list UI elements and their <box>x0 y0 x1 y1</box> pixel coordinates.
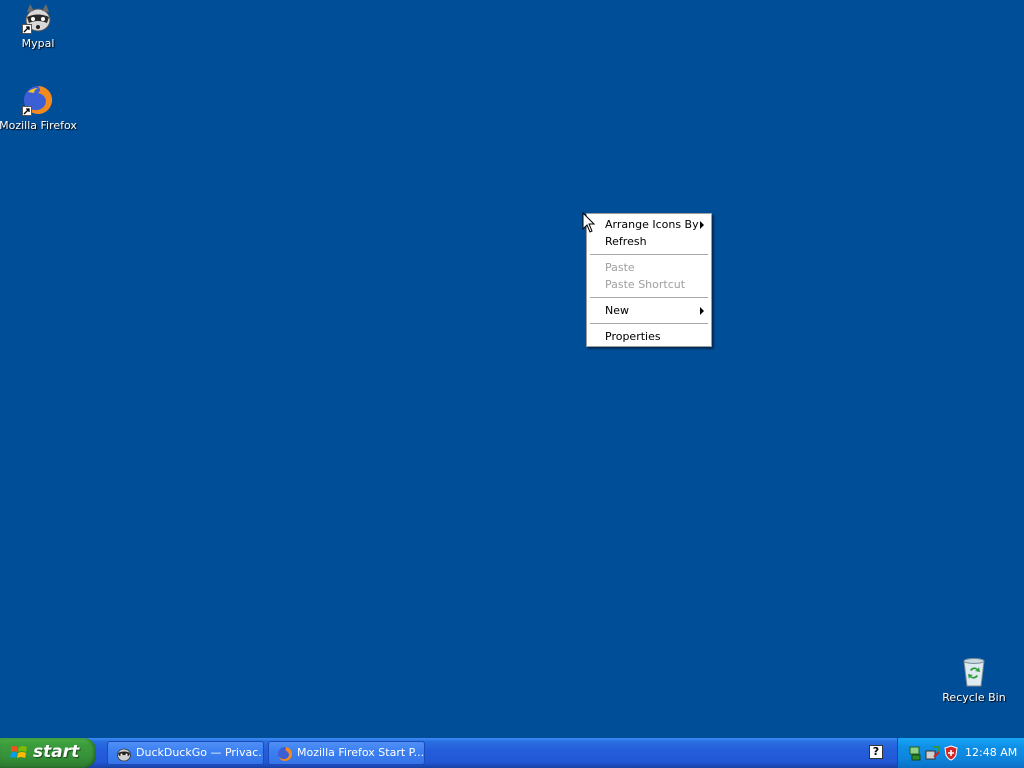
taskbar-button-label: DuckDuckGo — Privac... <box>136 746 264 759</box>
menu-item-label: Refresh <box>605 235 647 248</box>
submenu-arrow-icon <box>700 221 704 229</box>
menu-separator <box>590 297 708 298</box>
menu-separator <box>590 254 708 255</box>
menu-separator <box>590 323 708 324</box>
desktop-icon-label: Mozilla Firefox <box>0 119 77 132</box>
shortcut-arrow-icon <box>22 24 32 34</box>
taskbar-button-duckduckgo[interactable]: DuckDuckGo — Privac... <box>107 741 264 765</box>
start-label: start <box>33 742 80 762</box>
submenu-arrow-icon <box>700 307 704 315</box>
firefox-icon <box>277 746 293 764</box>
clock[interactable]: 12:48 AM <box>965 746 1017 759</box>
desktop-icon-label: Recycle Bin <box>942 691 1006 704</box>
desktop-icon-recycle-bin[interactable]: Recycle Bin <box>934 656 1014 704</box>
windows-logo-icon <box>10 744 29 767</box>
desktop-icon-firefox[interactable]: Mozilla Firefox <box>0 84 78 132</box>
menu-item-label: Arrange Icons By <box>605 218 699 231</box>
menu-item-new[interactable]: New <box>587 302 711 319</box>
shortcut-arrow-icon <box>22 106 32 116</box>
desktop-context-menu: Arrange Icons By Refresh Paste Paste Sho… <box>586 213 712 347</box>
menu-item-label: New <box>605 304 629 317</box>
mouse-pointer-icon <box>582 211 596 238</box>
menu-item-refresh[interactable]: Refresh <box>587 233 711 250</box>
start-button[interactable]: start <box>0 738 96 768</box>
menu-item-properties[interactable]: Properties <box>587 328 711 345</box>
menu-item-label: Properties <box>605 330 661 343</box>
help-icon[interactable]: ? <box>869 745 883 759</box>
security-shield-icon[interactable] <box>944 745 958 765</box>
safely-remove-icon[interactable] <box>925 745 941 765</box>
desktop[interactable]: Mypal Mozilla Firefox Recycle Bin Arrang… <box>0 0 1024 738</box>
taskbar: start DuckDuckGo — Privac... Mozilla Fir… <box>0 738 1024 768</box>
menu-item-paste[interactable]: Paste <box>587 259 711 276</box>
menu-item-label: Paste Shortcut <box>605 278 686 291</box>
recycle-bin-icon <box>958 656 990 688</box>
raccoon-icon <box>22 2 54 34</box>
menu-item-arrange-icons-by[interactable]: Arrange Icons By <box>587 216 711 233</box>
taskbar-button-firefox[interactable]: Mozilla Firefox Start P... <box>268 741 425 765</box>
network-icon[interactable] <box>908 745 922 765</box>
menu-item-paste-shortcut[interactable]: Paste Shortcut <box>587 276 711 293</box>
desktop-icon-mypal[interactable]: Mypal <box>0 2 78 50</box>
desktop-icon-label: Mypal <box>21 37 55 50</box>
raccoon-icon <box>116 746 132 764</box>
menu-item-label: Paste <box>605 261 635 274</box>
system-tray: 12:48 AM <box>897 738 1024 768</box>
firefox-icon <box>22 84 54 116</box>
taskbar-button-label: Mozilla Firefox Start P... <box>297 746 425 759</box>
